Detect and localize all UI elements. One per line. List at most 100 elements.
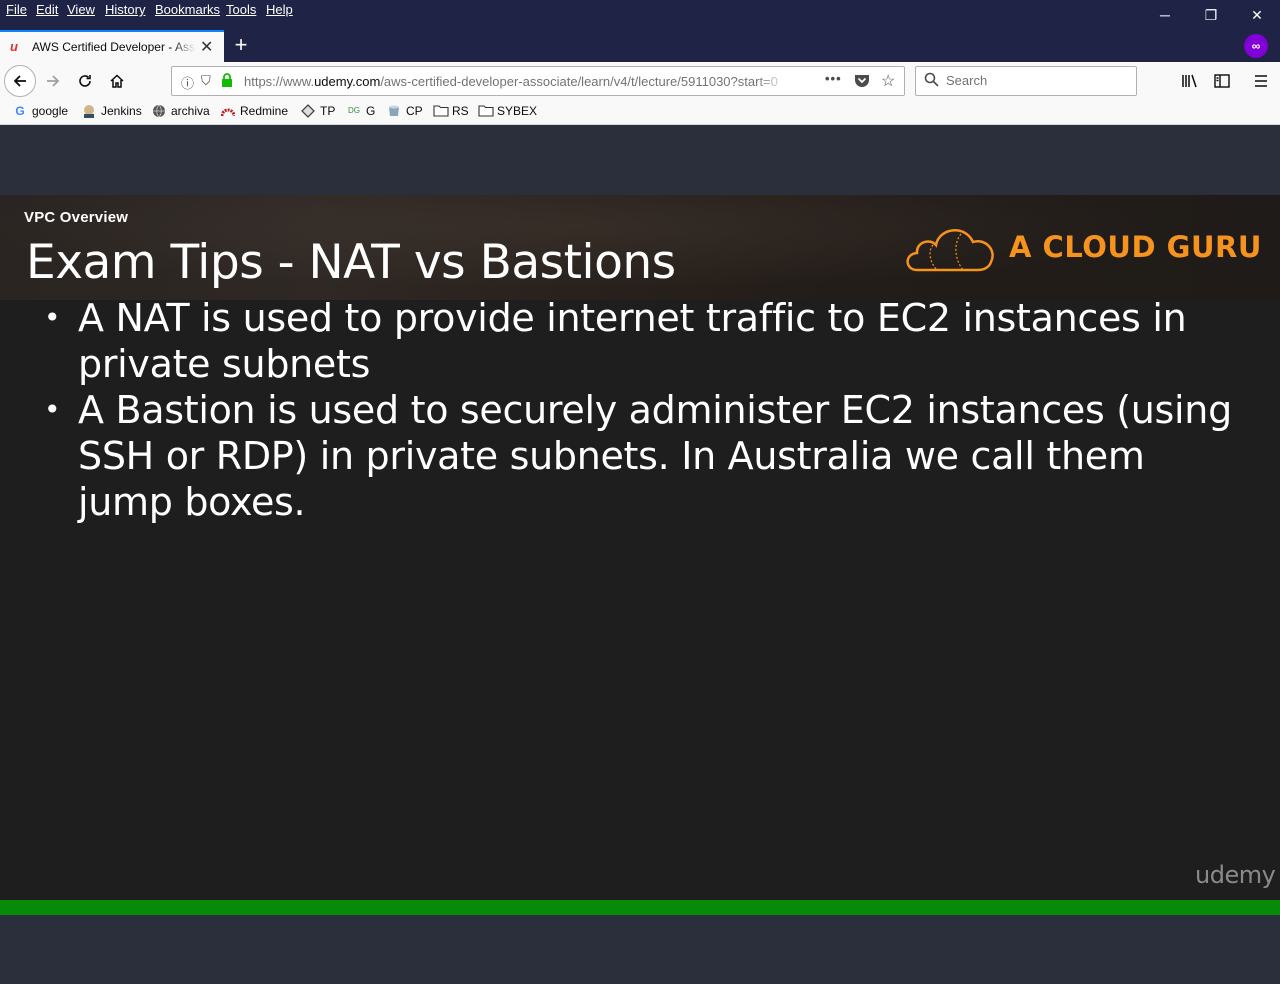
bullet-text: A NAT is used to provide internet traffi… [78,296,1187,386]
search-box[interactable] [915,66,1137,96]
url-bar[interactable]: ⓘ ⛉ https://www.udemy.com/aws-certified-… [171,66,905,96]
bookmark-label: CP [406,104,423,118]
folder-icon [433,104,449,118]
section-label: VPC Overview [24,209,129,226]
bookmark-star-icon[interactable]: ☆ [881,71,895,91]
bookmark-label: Redmine [240,104,289,118]
menu-file[interactable]: File [6,2,27,17]
sidebar-toggle-button[interactable] [1207,66,1237,96]
url-prefix: https://www. [244,74,315,89]
tab-udemy[interactable]: u AWS Certified Developer - Associate ✕ [0,30,224,62]
home-button[interactable] [102,66,132,96]
menu-view[interactable]: View [67,2,95,17]
pocket-icon[interactable] [854,73,870,90]
bullet-item: • A Bastion is used to securely administe… [40,387,1240,525]
bookmark-label: archiva [171,104,210,118]
redmine-icon [220,104,236,118]
jenkins-icon [82,104,96,118]
bookmark-google[interactable]: Ggoogle [13,104,68,118]
tab-strip: u AWS Certified Developer - Associate ✕ … [0,30,1280,62]
search-input[interactable] [946,73,1126,88]
video-player[interactable]: VPC Overview Exam Tips - NAT vs Bastions… [0,195,1280,900]
bookmark-label: google [32,104,69,118]
forward-arrow-icon [47,75,60,87]
tab-title: AWS Certified Developer - Associate [32,40,196,54]
bookmark-g[interactable]: DG G [347,104,375,118]
brand-logo: A CLOUD GURU [903,220,1261,276]
page-content: VPC Overview Exam Tips - NAT vs Bastions… [0,125,1280,984]
url-path: /aws-certified-developer-associate/learn… [380,74,778,89]
url-domain: udemy.com [314,74,381,89]
menu-view-label: View [67,2,95,17]
menu-edit-label: Edit [36,2,59,17]
nav-bar: ⓘ ⛉ https://www.udemy.com/aws-certified-… [0,62,1280,100]
back-button[interactable] [4,65,36,97]
menu-tools[interactable]: Tools [226,2,256,17]
bookmark-tp[interactable]: TP [301,104,335,118]
menu-tools-label: Tools [226,2,257,17]
bookmark-redmine[interactable]: Redmine [220,104,289,118]
search-icon [924,72,939,91]
page-actions-icon[interactable]: ••• [825,71,842,86]
bullet-list: • A NAT is used to provide internet traff… [40,295,1240,525]
reload-button[interactable] [70,66,100,96]
bookmark-label: Jenkins [101,104,142,118]
close-window-button[interactable]: ✕ [1234,0,1280,30]
back-arrow-icon [13,75,26,87]
minimize-button[interactable]: ─ [1142,0,1188,30]
udemy-watermark: udemy [1195,861,1276,889]
menu-file-label: File [6,2,27,17]
g-icon: DG [348,106,360,115]
bookmark-archiva[interactable]: archiva [152,104,210,118]
menu-edit[interactable]: Edit [36,2,58,17]
url-text[interactable]: https://www.udemy.com/aws-certified-deve… [244,74,789,89]
menu-bar: File Edit View History Bookmarks Tools H… [0,0,1280,30]
hamburger-menu-icon [1255,75,1267,87]
cloud-logo-icon [906,229,994,272]
slide-title: Exam Tips - NAT vs Bastions [26,235,676,290]
udemy-favicon-icon: u [10,39,18,54]
bullet-text: A Bastion is used to securely administer… [78,388,1232,524]
bullet-item: • A NAT is used to provide internet traff… [40,295,1240,387]
bookmark-label: SYBEX [497,104,538,118]
menu-help[interactable]: Help [266,2,293,17]
bookmark-cp[interactable]: CP [387,104,423,118]
tab-close-button[interactable]: ✕ [200,37,213,57]
new-tab-button[interactable]: + [228,33,254,59]
open-menu-button[interactable] [1246,66,1276,96]
globe-icon [152,104,166,118]
bookmark-folder-sybex[interactable]: SYBEX [478,104,537,118]
info-icon[interactable]: ⓘ [181,73,194,92]
bookmark-jenkins[interactable]: Jenkins [82,104,142,118]
video-progress-bar[interactable] [0,900,1280,915]
menu-bookmarks-label: Bookmarks [155,2,221,17]
bookmark-label: RS [452,104,469,118]
tp-icon [301,104,315,118]
secure-lock-icon[interactable] [221,73,233,90]
bullet-dot: • [44,301,61,334]
video-progress-fill [0,900,1280,915]
menu-history-label: History [105,2,146,17]
slide-header: VPC Overview Exam Tips - NAT vs Bastions… [0,195,1280,300]
forward-button[interactable] [38,66,68,96]
library-icon [1182,74,1197,88]
bookmark-label: TP [320,104,336,118]
home-icon [110,74,124,88]
tracking-shield-icon[interactable]: ⛉ [201,73,211,89]
menu-history[interactable]: History [105,2,145,17]
sidebar-icon [1214,74,1230,88]
google-icon: G [15,104,25,118]
bookmark-label: G [366,104,376,118]
private-browsing-icon: ∞ [1244,34,1268,58]
library-button[interactable] [1175,66,1205,96]
bookmark-folder-rs[interactable]: RS [433,104,469,118]
brand-text: A CLOUD GURU [1009,230,1262,264]
bullet-dot: • [44,393,61,426]
folder-icon [478,104,494,118]
menu-bookmarks[interactable]: Bookmarks [155,2,220,17]
cp-icon [387,104,401,118]
bookmarks-toolbar: Ggoogle Jenkins archiva Redmine TP DG G C… [0,100,1280,125]
reload-icon [79,75,91,87]
menu-help-label: Help [266,2,293,17]
restore-button[interactable]: ❐ [1188,0,1234,30]
